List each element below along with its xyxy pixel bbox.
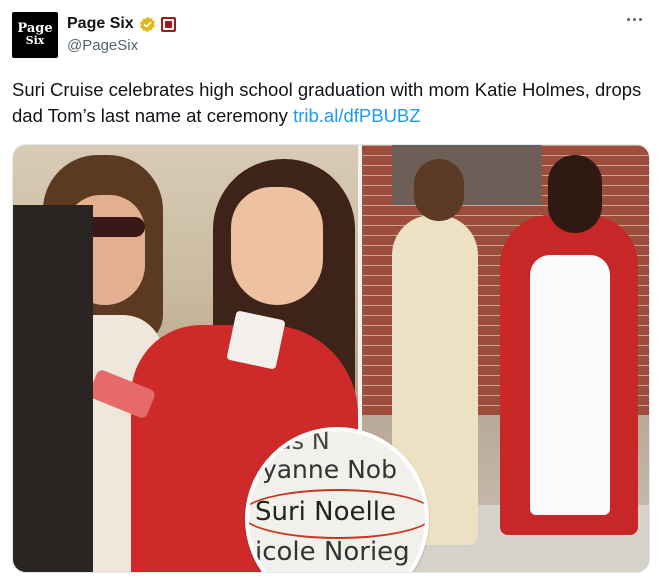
- author-name-row: Page Six: [67, 13, 176, 35]
- tweet-text: Suri Cruise celebrates high school gradu…: [12, 77, 642, 129]
- handle[interactable]: @PageSix: [67, 37, 138, 54]
- gown-collar: [226, 310, 286, 370]
- suri-dress: [530, 255, 610, 515]
- inset-line-2: iyanne Nob: [255, 455, 397, 484]
- suri-head: [548, 155, 602, 233]
- media-image[interactable]: ious N iyanne Nob Suri Noelle icole Nori…: [12, 144, 650, 573]
- inset-line-4: icole Norieg: [255, 537, 410, 567]
- more-options-icon[interactable]: [627, 14, 642, 25]
- avatar-text-line2: Six: [25, 34, 45, 47]
- affiliate-badge-icon[interactable]: [160, 16, 176, 32]
- tweet-link[interactable]: trib.al/dfPBUBZ: [293, 105, 421, 126]
- suri-face: [231, 187, 323, 305]
- name-highlight-circle: [249, 489, 425, 539]
- mom-head: [414, 159, 464, 221]
- foreground-shadow: [13, 205, 93, 572]
- display-name[interactable]: Page Six: [67, 15, 134, 33]
- inset-line-1: ious N: [255, 427, 330, 455]
- verified-badge-icon: [139, 16, 155, 32]
- avatar[interactable]: Page Six: [12, 12, 58, 58]
